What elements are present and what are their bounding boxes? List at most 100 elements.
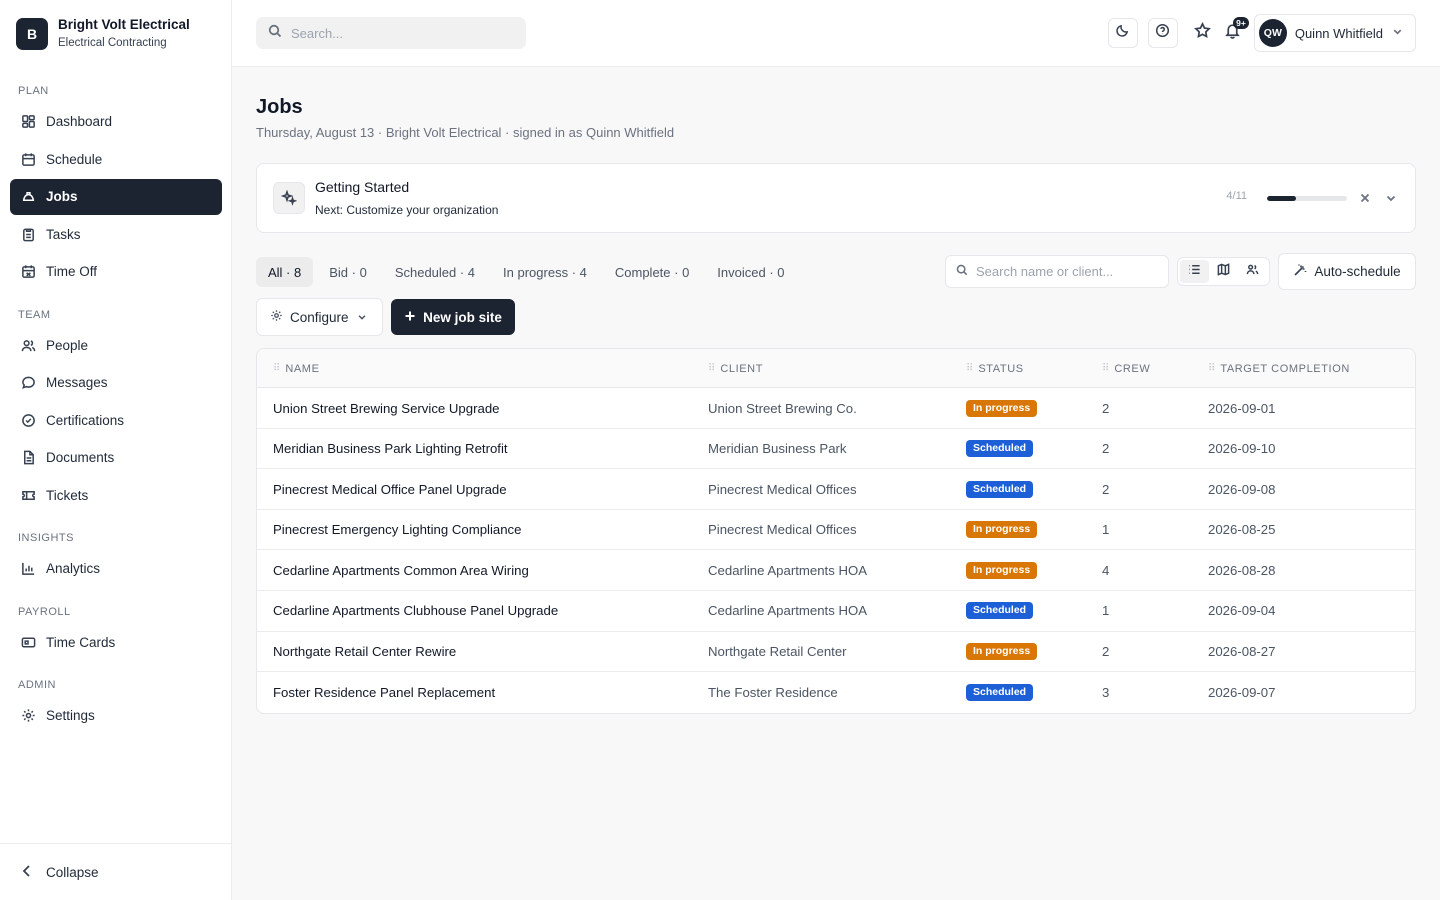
new-job-site-button[interactable]: New job site	[391, 299, 515, 335]
sidebar-item-analytics[interactable]: Analytics	[10, 551, 222, 587]
chevron-left-icon	[20, 864, 36, 881]
sidebar-item-messages[interactable]: Messages	[10, 365, 222, 401]
dashboard-icon	[20, 114, 36, 130]
job-name[interactable]: Cedarline Apartments Common Area Wiring	[273, 550, 529, 590]
map-view-button[interactable]	[1209, 260, 1238, 283]
theme-toggle-button[interactable]	[1107, 18, 1138, 48]
sidebar-item-label: People	[46, 337, 89, 353]
job-client: Union Street Brewing Co.	[708, 400, 857, 416]
sidebar-item-label: Tickets	[46, 487, 89, 503]
tab-invoiced[interactable]: Invoiced · 0	[705, 257, 796, 287]
job-name[interactable]: Foster Residence Panel Replacement	[273, 672, 495, 712]
dismiss-button[interactable]	[1359, 191, 1373, 205]
configure-button[interactable]: Configure	[256, 298, 383, 336]
table-row[interactable]: Cedarline Apartments Common Area Wiring …	[257, 550, 1415, 591]
drag-handle-icon[interactable]: ⠿	[708, 363, 715, 374]
table-row[interactable]: Northgate Retail Center Rewire Northgate…	[257, 632, 1415, 673]
nav-section-plan: PLAN	[18, 85, 49, 97]
sidebar-item-settings[interactable]: Settings	[10, 698, 222, 734]
calendar-off-icon	[20, 264, 36, 280]
getting-started-title: Getting Started	[315, 179, 410, 195]
column-header-target-completion[interactable]: ⠿ TARGET COMPLETION	[1208, 349, 1350, 388]
table-row[interactable]: Union Street Brewing Service Upgrade Uni…	[257, 388, 1415, 429]
nav-section-payroll: PAYROLL	[18, 605, 71, 618]
getting-started-card[interactable]: Getting Started Next: Customize your org…	[256, 163, 1416, 233]
calendar-icon	[20, 151, 36, 167]
tab-complete[interactable]: Complete · 0	[603, 257, 701, 287]
list-icon	[1188, 263, 1201, 281]
job-name[interactable]: Pinecrest Medical Office Panel Upgrade	[273, 469, 507, 509]
sidebar-item-schedule[interactable]: Schedule	[10, 141, 222, 177]
sidebar-item-time-off[interactable]: Time Off	[10, 254, 222, 290]
drag-handle-icon[interactable]: ⠿	[966, 363, 973, 374]
job-crew: 3	[1102, 684, 1110, 700]
column-header-crew[interactable]: ⠿ CREW	[1102, 349, 1150, 388]
chevron-down-icon	[1385, 191, 1397, 208]
auto-schedule-button[interactable]: Auto-schedule	[1278, 253, 1416, 290]
clipboard-icon	[20, 226, 36, 242]
sidebar-item-time-cards[interactable]: Time Cards	[10, 624, 222, 660]
status-badge: Scheduled	[966, 683, 1034, 701]
user-menu[interactable]: QW Quinn Whitfield	[1253, 14, 1416, 52]
sidebar-item-jobs[interactable]: Jobs	[10, 178, 222, 215]
job-client: Cedarline Apartments HOA	[708, 603, 868, 619]
page-subtitle: Thursday, August 13 · Bright Volt Electr…	[256, 125, 675, 140]
user-name: Quinn Whitfield	[1294, 25, 1383, 41]
status-badge: In progress	[966, 399, 1038, 417]
table-row[interactable]: Cedarline Apartments Clubhouse Panel Upg…	[257, 591, 1415, 632]
sidebar-item-people[interactable]: People	[10, 327, 222, 363]
table-row[interactable]: Meridian Business Park Lighting Retrofit…	[257, 429, 1415, 470]
getting-started-next-step[interactable]: Next: Customize your organization	[315, 203, 498, 217]
status-badge: Scheduled	[966, 480, 1034, 498]
help-button[interactable]	[1147, 18, 1178, 48]
table-row[interactable]: Foster Residence Panel Replacement The F…	[257, 672, 1415, 713]
job-search[interactable]	[945, 255, 1169, 288]
job-name[interactable]: Meridian Business Park Lighting Retrofit	[273, 429, 508, 469]
view-toggle	[1177, 257, 1270, 286]
moon-icon	[1115, 23, 1130, 43]
global-search[interactable]	[256, 17, 526, 49]
drag-handle-icon[interactable]: ⠿	[1102, 363, 1109, 374]
sidebar-item-tasks[interactable]: Tasks	[10, 216, 222, 252]
job-search-input[interactable]	[976, 264, 1166, 279]
tab-bid[interactable]: Bid · 0	[317, 257, 379, 287]
column-header-status[interactable]: ⠿ STATUS	[966, 349, 1024, 388]
drag-handle-icon[interactable]: ⠿	[1208, 363, 1215, 374]
sidebar-item-tickets[interactable]: Tickets	[10, 477, 222, 513]
sidebar-item-label: Certifications	[46, 412, 125, 428]
favorites-button[interactable]	[1188, 18, 1218, 48]
crew-view-button[interactable]	[1238, 260, 1267, 283]
column-header-client[interactable]: ⠿ CLIENT	[708, 349, 763, 388]
sidebar-item-certifications[interactable]: Certifications	[10, 402, 222, 438]
help-icon	[1155, 23, 1170, 43]
page-title: Jobs	[256, 96, 303, 118]
tab-scheduled[interactable]: Scheduled · 4	[383, 257, 487, 287]
table-row[interactable]: Pinecrest Medical Office Panel Upgrade P…	[257, 469, 1415, 510]
brand[interactable]: B Bright Volt Electrical Electrical Cont…	[16, 16, 190, 51]
column-header-name[interactable]: ⠿ NAME	[273, 349, 320, 388]
drag-handle-icon[interactable]: ⠿	[273, 363, 280, 374]
table-row[interactable]: Pinecrest Emergency Lighting Compliance …	[257, 510, 1415, 551]
getting-started-progress-bar	[1267, 196, 1347, 201]
job-crew: 4	[1102, 562, 1110, 578]
job-name[interactable]: Union Street Brewing Service Upgrade	[273, 388, 500, 428]
job-name[interactable]: Northgate Retail Center Rewire	[273, 632, 456, 672]
collapse-button[interactable]: Collapse	[10, 854, 222, 890]
tab-all[interactable]: All · 8	[256, 257, 314, 287]
notifications-button[interactable]: 9+	[1218, 17, 1249, 48]
job-crew: 2	[1102, 441, 1110, 457]
job-name[interactable]: Pinecrest Emergency Lighting Compliance	[273, 510, 522, 550]
status-badge: Scheduled	[966, 602, 1034, 620]
list-view-button[interactable]	[1180, 260, 1209, 283]
tab-in-progress[interactable]: In progress · 4	[491, 257, 599, 287]
job-name[interactable]: Cedarline Apartments Clubhouse Panel Upg…	[273, 591, 558, 631]
status-badge: In progress	[966, 643, 1038, 661]
status-badge: In progress	[966, 521, 1038, 539]
sidebar-item-label: Settings	[46, 708, 95, 723]
expand-button[interactable]	[1385, 191, 1399, 205]
badge-check-icon	[20, 412, 36, 428]
sidebar-item-documents[interactable]: Documents	[10, 440, 222, 476]
search-input[interactable]	[291, 25, 511, 41]
sidebar-item-dashboard[interactable]: Dashboard	[10, 104, 222, 140]
job-crew: 2	[1102, 481, 1110, 497]
